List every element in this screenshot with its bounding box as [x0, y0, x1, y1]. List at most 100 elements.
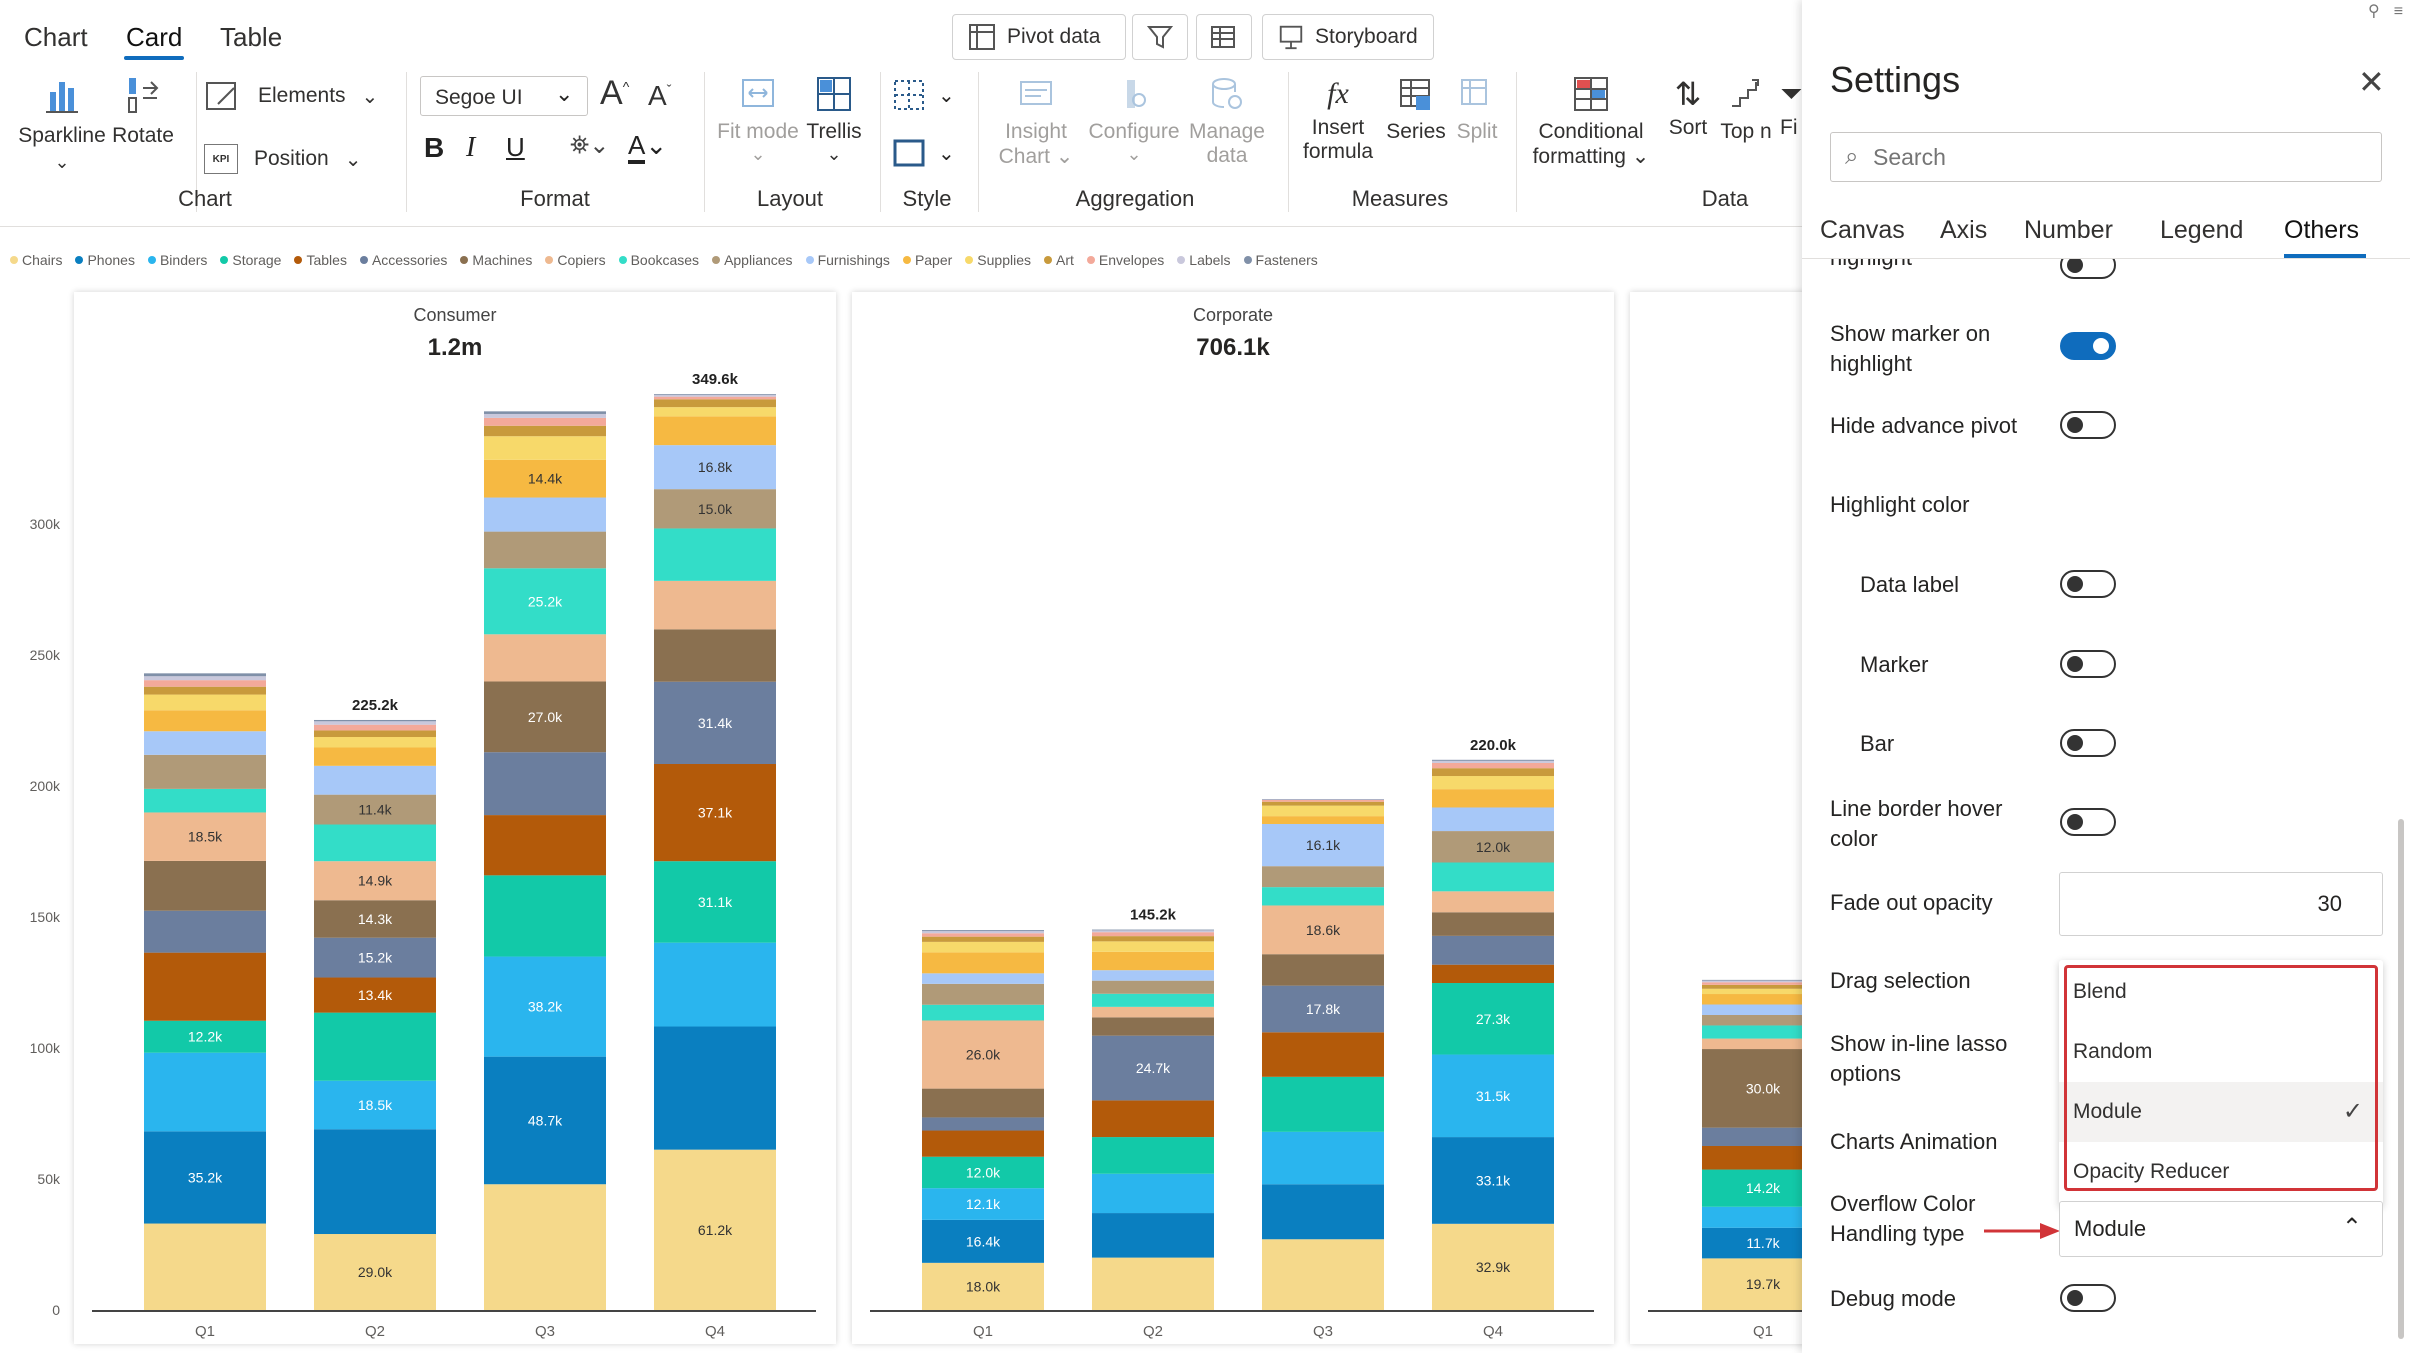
bar-segment[interactable]: [922, 1117, 1044, 1131]
bar-segment[interactable]: [1432, 891, 1554, 913]
settings-tab-number[interactable]: Number: [2024, 216, 2113, 245]
bar-segment[interactable]: [1262, 799, 1384, 800]
legend-item[interactable]: Machines: [460, 252, 532, 268]
bar-segment[interactable]: [144, 673, 266, 677]
bar-segment[interactable]: [1432, 759, 1554, 761]
bar-segment[interactable]: [1432, 776, 1554, 790]
bar-segment[interactable]: [1262, 1239, 1384, 1310]
bar-segment[interactable]: [314, 724, 436, 731]
bar-segment[interactable]: [922, 936, 1044, 942]
bar-segment[interactable]: [1262, 1184, 1384, 1240]
legend-item[interactable]: Accessories: [359, 252, 447, 268]
marker-toggle[interactable]: [2060, 650, 2116, 678]
bar-segment[interactable]: [314, 737, 436, 748]
bar-segment[interactable]: [1092, 941, 1214, 952]
top-n-button[interactable]: Top n: [1716, 74, 1776, 144]
table-edit-button[interactable]: [1196, 14, 1252, 60]
bar-segment[interactable]: [314, 747, 436, 766]
italic-icon[interactable]: I: [466, 134, 475, 162]
bar-segment[interactable]: [484, 411, 606, 414]
bar-segment[interactable]: [144, 910, 266, 953]
bar-segment[interactable]: [144, 1052, 266, 1132]
line-border-hover-toggle[interactable]: [2060, 808, 2116, 836]
search-input[interactable]: [1873, 141, 2363, 173]
bar-segment[interactable]: [484, 875, 606, 957]
bar-segment[interactable]: [1262, 887, 1384, 906]
legend-item[interactable]: Chairs: [10, 252, 62, 268]
bar-segment[interactable]: [314, 824, 436, 862]
legend-item[interactable]: Phones: [75, 252, 135, 268]
legend-item[interactable]: Supplies: [965, 252, 1031, 268]
fill-style-button[interactable]: ⌄: [892, 138, 955, 168]
bar-segment[interactable]: [314, 1129, 436, 1235]
conditional-formatting-button[interactable]: Conditional formatting ⌄: [1526, 74, 1656, 169]
bar-segment[interactable]: [484, 531, 606, 569]
bar-toggle[interactable]: [2060, 729, 2116, 757]
bar-segment[interactable]: [1262, 801, 1384, 806]
font-shrink-icon[interactable]: Aˇ: [648, 82, 671, 110]
legend-item[interactable]: Paper: [902, 252, 952, 268]
legend-item[interactable]: Fasteners: [1243, 252, 1318, 268]
bar-segment[interactable]: [1092, 970, 1214, 981]
legend-item[interactable]: Storage: [220, 252, 281, 268]
sort-button[interactable]: ⇅ Sort: [1664, 74, 1712, 140]
fill-color-icon[interactable]: ⛯⌄: [570, 134, 609, 158]
bar-segment[interactable]: [314, 730, 436, 738]
bar-segment[interactable]: [144, 676, 266, 681]
bar-segment[interactable]: [484, 815, 606, 876]
bar-segment[interactable]: [922, 1004, 1044, 1021]
legend-item[interactable]: Envelopes: [1086, 252, 1164, 268]
bar-segment[interactable]: [1092, 929, 1214, 931]
overflow-color-select[interactable]: Module ⌃: [2059, 1201, 2383, 1257]
underline-icon[interactable]: U: [506, 134, 525, 160]
bar-segment[interactable]: [144, 680, 266, 687]
borders-button[interactable]: ⌄: [892, 78, 955, 112]
legend-item[interactable]: Appliances: [712, 252, 793, 268]
bar-segment[interactable]: [922, 973, 1044, 984]
fit-mode-button[interactable]: Fit mode ⌄: [714, 74, 802, 165]
bar-segment[interactable]: [144, 860, 266, 911]
bar-segment[interactable]: [1432, 762, 1554, 769]
bar-segment[interactable]: [144, 731, 266, 755]
font-family-select[interactable]: Segoe UI ⌄: [420, 76, 588, 116]
trellis-button[interactable]: Trellis ⌄: [802, 74, 866, 165]
bar-segment[interactable]: [1262, 1032, 1384, 1077]
bold-icon[interactable]: B: [424, 134, 444, 162]
bar-segment[interactable]: [654, 1026, 776, 1150]
bar-segment[interactable]: [484, 413, 606, 418]
bar-segment[interactable]: [484, 417, 606, 426]
font-color-icon[interactable]: A⌄: [628, 130, 667, 164]
show-data-label-toggle[interactable]: [2060, 259, 2116, 279]
bar-segment[interactable]: [1262, 866, 1384, 888]
bar-segment[interactable]: [484, 634, 606, 682]
bar-segment[interactable]: [1092, 980, 1214, 994]
bar-segment[interactable]: [314, 721, 436, 725]
settings-search-box[interactable]: ⌕: [1830, 132, 2382, 182]
insight-chart-button[interactable]: Insight Chart ⌄: [990, 74, 1082, 169]
bar-segment[interactable]: [1432, 935, 1554, 965]
bar-segment[interactable]: [144, 694, 266, 711]
position-button[interactable]: KPI Position ⌄: [204, 144, 361, 174]
configure-button[interactable]: Configure ⌄: [1088, 74, 1180, 165]
legend-item[interactable]: Tables: [294, 252, 347, 268]
bar-segment[interactable]: [1432, 912, 1554, 936]
bar-segment[interactable]: [1092, 1257, 1214, 1310]
bar-segment[interactable]: [1092, 1173, 1214, 1214]
bar-segment[interactable]: [654, 528, 776, 581]
bar-segment[interactable]: [922, 952, 1044, 974]
font-grow-icon[interactable]: A^: [600, 76, 629, 110]
legend-item[interactable]: Binders: [147, 252, 207, 268]
bar-segment[interactable]: [1092, 1100, 1214, 1138]
bar-segment[interactable]: [1432, 862, 1554, 892]
bar-segment[interactable]: [922, 931, 1044, 934]
bar-segment[interactable]: [1432, 760, 1554, 763]
fi-button[interactable]: ⏷ Fi: [1780, 74, 1802, 140]
bar-segment[interactable]: [144, 788, 266, 813]
legend-item[interactable]: Labels: [1177, 252, 1231, 268]
bar-segment[interactable]: [314, 765, 436, 795]
bar-segment[interactable]: [484, 425, 606, 437]
bar-segment[interactable]: [1092, 1137, 1214, 1174]
bar-segment[interactable]: [314, 1012, 436, 1081]
bar-segment[interactable]: [1092, 1213, 1214, 1258]
bar-segment[interactable]: [922, 933, 1044, 937]
